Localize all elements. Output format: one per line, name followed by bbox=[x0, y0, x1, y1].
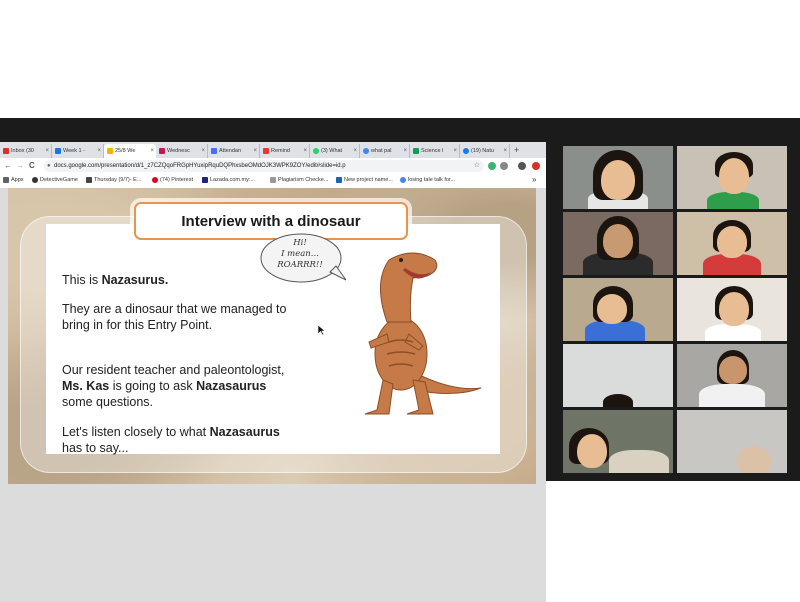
close-icon[interactable]: × bbox=[97, 148, 101, 154]
slide-paragraph-4: Let's listen closely to what Nazasaurus … bbox=[62, 425, 280, 455]
tab-wednesday[interactable]: Wednesc × bbox=[156, 144, 208, 158]
tab-attendance[interactable]: Attendan × bbox=[208, 144, 260, 158]
speech-bubble-text: Hi! I mean... ROARRR!! bbox=[277, 238, 323, 270]
apps-grid-icon bbox=[3, 177, 9, 183]
close-icon[interactable]: × bbox=[503, 148, 507, 154]
extension-icon[interactable] bbox=[488, 162, 496, 170]
bookmark-item[interactable]: Thursday (9/7)- E... bbox=[86, 177, 141, 183]
close-icon[interactable]: × bbox=[303, 148, 307, 154]
participant-video bbox=[563, 278, 673, 341]
tab-week1[interactable]: Week 1 - × bbox=[52, 144, 104, 158]
close-icon[interactable]: × bbox=[150, 148, 154, 154]
tab-science[interactable]: Science l × bbox=[410, 144, 460, 158]
participant-video bbox=[563, 344, 673, 407]
slides-icon bbox=[107, 148, 113, 154]
form-icon bbox=[211, 148, 217, 154]
participant-video bbox=[563, 146, 673, 209]
bookmark-item[interactable]: Lazada.com.my:... bbox=[202, 177, 255, 183]
back-button[interactable]: ← bbox=[4, 161, 12, 170]
classroom-icon bbox=[413, 148, 419, 154]
profile-avatar[interactable] bbox=[518, 162, 526, 170]
dinosaur-costume-image bbox=[364, 252, 482, 415]
dino-name: Nazasurus. bbox=[101, 273, 169, 287]
slide-paragraph-3: Our resident teacher and paleontologist,… bbox=[62, 363, 285, 409]
bookmark-item[interactable]: (74) Pinterest bbox=[152, 177, 193, 183]
google-icon bbox=[400, 177, 406, 183]
tab-slides-active[interactable]: 25/8 We × bbox=[104, 144, 156, 158]
tab-bar: Inbox (30 × Week 1 - × 25/8 We × Wednesc × A… bbox=[0, 142, 546, 158]
bookmark-item[interactable]: New project name... bbox=[336, 177, 393, 183]
slide-paragraph-1: This is Nazasurus. bbox=[62, 273, 169, 287]
tab-google-search[interactable]: what pal × bbox=[360, 144, 410, 158]
tab-remind[interactable]: Remind × bbox=[260, 144, 310, 158]
bookmarks-bar: Apps DetectiveGame Thursday (9/7)- E... … bbox=[0, 174, 546, 189]
bookmark-item[interactable]: DetectiveGame bbox=[32, 177, 78, 183]
close-icon[interactable]: × bbox=[353, 148, 357, 154]
facebook-icon bbox=[463, 148, 469, 154]
address-bar-row: ← → C ● docs.google.com/presentation/d/1… bbox=[0, 158, 546, 175]
participant-video bbox=[563, 212, 673, 275]
bookmark-item[interactable]: losing tale talk for... bbox=[400, 177, 455, 183]
presentation-slide: Interview with a dinosaur This is Nazasu… bbox=[8, 188, 536, 484]
new-tab-button[interactable]: + bbox=[514, 145, 519, 155]
participant-video bbox=[677, 410, 787, 473]
zoom-meeting-window: Inbox (30 × Week 1 - × 25/8 We × Wednesc × A… bbox=[0, 118, 800, 602]
participant-video bbox=[677, 344, 787, 407]
url-text: docs.google.com/presentation/d/1_z7CZQqo… bbox=[54, 163, 346, 169]
star-icon[interactable]: ☆ bbox=[474, 160, 480, 172]
lock-icon: ● bbox=[47, 163, 51, 169]
calendar-icon bbox=[159, 148, 165, 154]
slide-paragraph-2: They are a dinosaur that we managed to b… bbox=[62, 302, 287, 332]
detective-icon bbox=[32, 177, 38, 183]
bookmark-item[interactable]: Plagiarism Checke... bbox=[270, 177, 328, 183]
close-icon[interactable]: × bbox=[201, 148, 205, 154]
close-icon[interactable]: × bbox=[453, 148, 457, 154]
speech-bubble: Hi! I mean... ROARRR!! bbox=[260, 232, 347, 286]
participant-video bbox=[677, 212, 787, 275]
participant-video bbox=[677, 146, 787, 209]
doc-icon bbox=[86, 177, 92, 183]
tab-facebook[interactable]: (19) Natu × bbox=[460, 144, 510, 158]
url-bar[interactable]: ● docs.google.com/presentation/d/1_z7CZQ… bbox=[44, 160, 484, 172]
plagiarism-icon bbox=[270, 177, 276, 183]
google-icon bbox=[363, 148, 369, 154]
drive-icon bbox=[55, 148, 61, 154]
lazada-icon bbox=[202, 177, 208, 183]
mouse-cursor-icon bbox=[317, 324, 326, 336]
tab-inbox[interactable]: Inbox (30 × bbox=[0, 144, 52, 158]
tab-whatsapp[interactable]: (3) What × bbox=[310, 144, 360, 158]
extension-icon[interactable] bbox=[532, 162, 540, 170]
reload-button[interactable]: C bbox=[29, 161, 35, 170]
forward-button[interactable]: → bbox=[16, 161, 24, 170]
bookmark-apps[interactable]: Apps bbox=[3, 177, 24, 183]
pinterest-icon bbox=[152, 177, 158, 183]
participant-video bbox=[563, 410, 673, 473]
participant-video bbox=[677, 278, 787, 341]
bookmark-icon bbox=[336, 177, 342, 183]
close-icon[interactable]: × bbox=[403, 148, 407, 154]
remind-icon bbox=[263, 148, 269, 154]
shared-screen: Inbox (30 × Week 1 - × 25/8 We × Wednesc × A… bbox=[0, 142, 546, 602]
whatsapp-icon bbox=[313, 148, 319, 154]
gmail-icon bbox=[3, 148, 9, 154]
bookmarks-overflow-button[interactable]: » bbox=[532, 175, 536, 184]
close-icon[interactable]: × bbox=[45, 148, 49, 154]
close-icon[interactable]: × bbox=[253, 148, 257, 154]
extension-icon[interactable] bbox=[500, 162, 508, 170]
